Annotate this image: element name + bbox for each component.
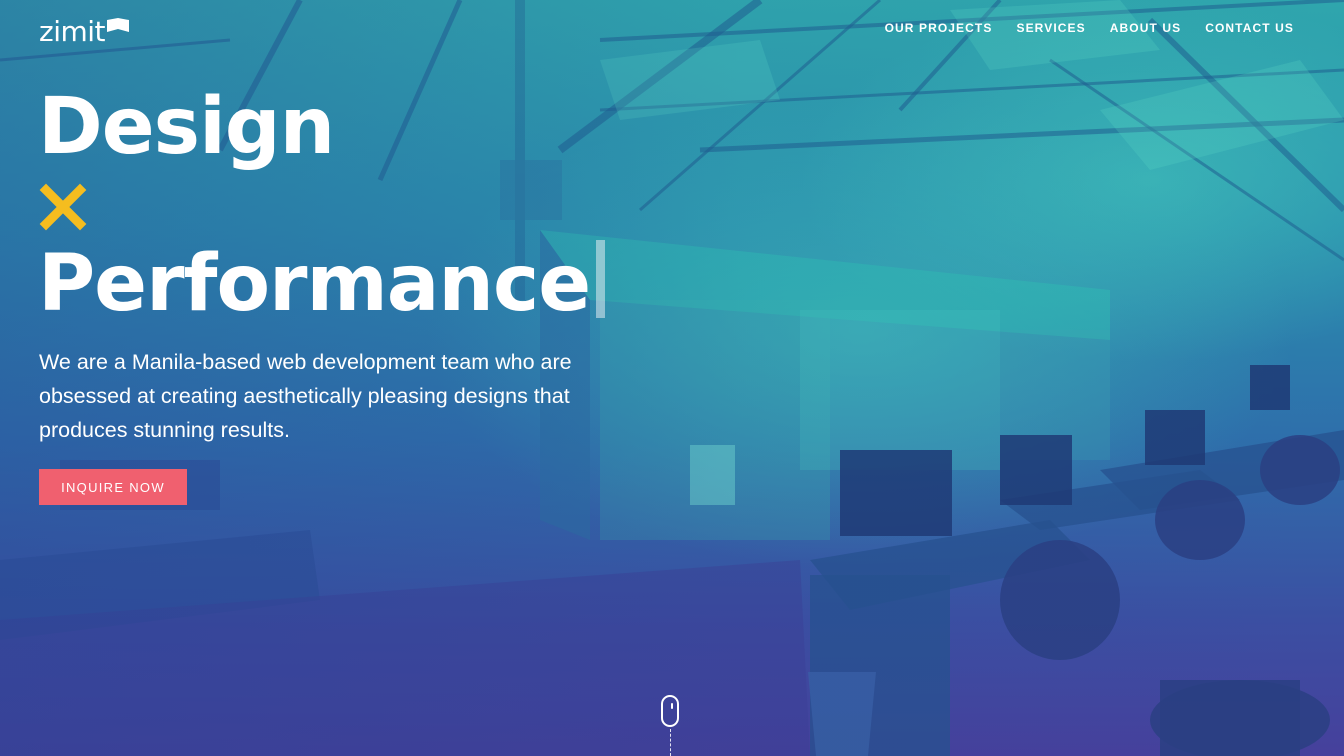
x-icon: [39, 183, 87, 231]
scroll-dashed-line: [670, 729, 671, 756]
headline-performance-row: Performance: [38, 240, 606, 323]
scroll-down-indicator[interactable]: [661, 695, 683, 756]
inquire-now-button[interactable]: INQUIRE NOW: [39, 469, 187, 505]
site-logo[interactable]: zimit: [39, 12, 130, 48]
mouse-wheel: [671, 703, 673, 709]
logo-wordmark: zimit: [39, 15, 106, 48]
headline-design: Design: [38, 82, 335, 172]
flag-icon: [107, 18, 130, 32]
typing-cursor: [596, 240, 606, 318]
main-navigation: OUR PROJECTS SERVICES ABOUT US CONTACT U…: [885, 20, 1294, 36]
nav-item-about-us[interactable]: ABOUT US: [1110, 20, 1181, 36]
headline-performance: Performance: [38, 239, 591, 329]
hero-headline: Design Performance: [38, 82, 606, 323]
hero-description: We are a Manila-based web development te…: [39, 350, 572, 442]
nav-item-our-projects[interactable]: OUR PROJECTS: [885, 20, 993, 36]
mouse-scroll-icon: [661, 695, 679, 727]
nav-item-services[interactable]: SERVICES: [1016, 20, 1085, 36]
nav-item-contact-us[interactable]: CONTACT US: [1205, 20, 1294, 36]
